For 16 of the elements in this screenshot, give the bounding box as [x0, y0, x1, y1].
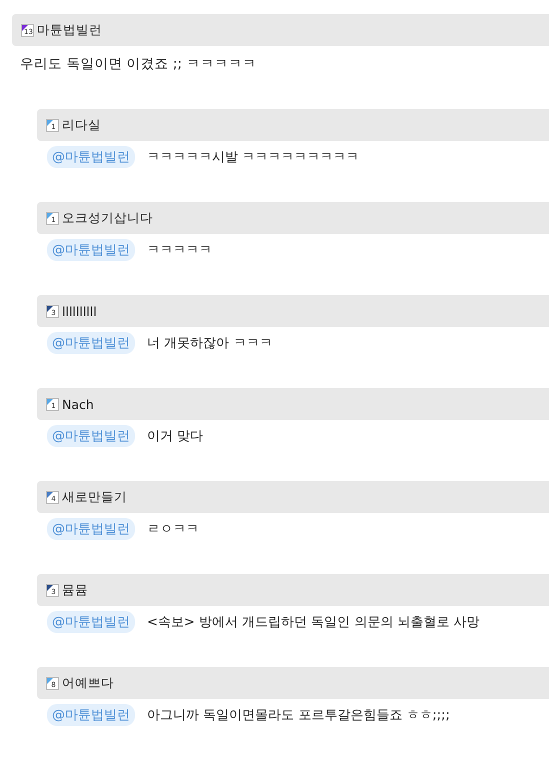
author-name[interactable]: 뮴뮴 [62, 582, 88, 598]
author-name[interactable]: 리다실 [62, 116, 101, 134]
author-name[interactable]: 마튠법빌런 [37, 22, 102, 38]
reply-text: <속보> 방에서 개드립하던 독일인 의문의 뇌출혈로 사망 [147, 614, 480, 631]
author-name[interactable]: 오크성기삽니다 [62, 210, 153, 226]
author-name[interactable]: 새로만들기 [62, 488, 127, 506]
author-name[interactable]: Nach [62, 396, 94, 412]
reply-text: ㅋㅋㅋㅋㅋ [147, 242, 212, 259]
reply-text: ㅋㅋㅋㅋㅋ시발 ㅋㅋㅋㅋㅋㅋㅋㅋㅋ [147, 149, 360, 166]
reply-text: ㄹㅇㅋㅋ [147, 521, 199, 538]
reply-text: 이거 맞다 [147, 428, 204, 445]
reply-text: 너 개못하잖아 ㅋㅋㅋ [147, 335, 272, 352]
author-name[interactable]: 어예쁘다 [62, 674, 114, 692]
author-name[interactable]: llllllllll [62, 304, 97, 318]
post-text: 우리도 독일이면 이겼죠 ;; ㅋㅋㅋㅋㅋ [19, 55, 258, 74]
reply-text: 아그니까 독일이면몰라도 포르투갈은힘들죠 ㅎㅎ;;;; [147, 707, 450, 724]
